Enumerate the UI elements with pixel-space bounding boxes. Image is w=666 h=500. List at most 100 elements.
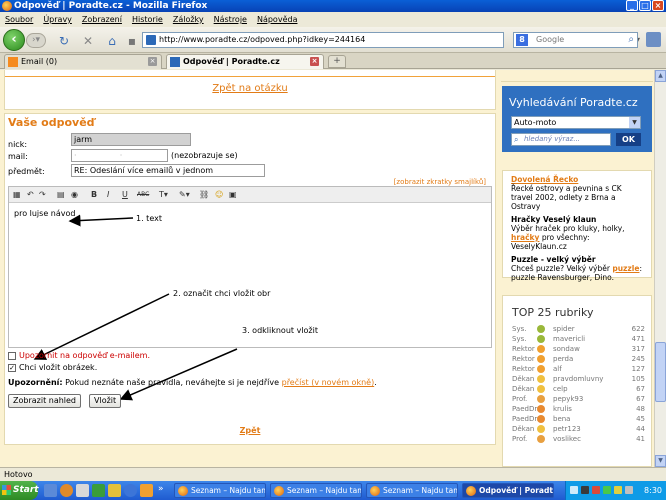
google-icon[interactable]: 8 [516, 34, 528, 46]
menu-historie[interactable]: Historie [132, 12, 163, 27]
menu-zalozky[interactable]: Záložky [173, 12, 204, 27]
user-name-link[interactable]: bena [553, 414, 570, 424]
bookmark-page-icon[interactable]: ▪ [124, 33, 140, 49]
quicklaunch-ie-icon[interactable] [124, 484, 137, 497]
user-name-link[interactable]: sondaw [553, 344, 580, 354]
tab-odpoved[interactable]: Odpověď | Poradte.cz × [166, 54, 324, 69]
menu-upravy[interactable]: Úpravy [43, 12, 72, 27]
close-tab-icon[interactable]: × [148, 57, 157, 66]
start-button[interactable]: Start [0, 481, 39, 500]
taskbar-item-active[interactable]: Odpověď | Poradt... [462, 483, 554, 498]
top-rubriky-row[interactable]: Děkan petr123 44 [512, 424, 645, 434]
quicklaunch-app-icon[interactable] [92, 484, 105, 497]
url-bar[interactable]: http://www.poradte.cz/odpoved.php?idkey=… [142, 32, 640, 48]
sidebar-top-box [501, 70, 653, 82]
chevron-down-icon[interactable]: ▼ [629, 117, 640, 128]
home-icon[interactable]: ⌂ [104, 33, 120, 49]
window-controls: _ □ × [626, 0, 664, 11]
user-name-link[interactable]: mavericli [553, 334, 585, 344]
user-name-link[interactable]: voslikec [553, 434, 581, 444]
menu-napoveda[interactable]: Nápověda [257, 12, 298, 27]
top-rubriky-row[interactable]: PaedDr. krulis 48 [512, 404, 645, 414]
preview-button[interactable]: Zobrazit nahled [8, 394, 82, 408]
top-rubriky-row[interactable]: Prof. voslikec 41 [512, 434, 645, 444]
reload-icon[interactable]: ↻ [56, 33, 72, 49]
taskbar-item[interactable]: Seznam – Najdu tam,... [366, 483, 458, 498]
stop-icon[interactable]: ✕ [80, 33, 96, 49]
top-rubriky-row[interactable]: Prof. pepyk93 67 [512, 394, 645, 404]
minimize-button[interactable]: _ [626, 0, 638, 11]
taskbar-item[interactable]: Seznam – Najdu tam,... [174, 483, 266, 498]
top-rubriky-row[interactable]: Sys. spider 622 [512, 324, 645, 334]
top-rubriky-row[interactable]: Rektor alf 127 [512, 364, 645, 374]
user-name-link[interactable]: petr123 [553, 424, 581, 434]
back-link[interactable]: Zpět [5, 426, 495, 435]
user-rank: Prof. [512, 395, 528, 403]
quicklaunch-app-icon[interactable] [108, 484, 121, 497]
rank-badge-icon [537, 355, 545, 363]
user-name-link[interactable]: alf [553, 364, 562, 374]
tray-app-icon[interactable] [592, 486, 600, 494]
user-rank: Děkan [512, 385, 535, 393]
top-rubriky-row[interactable]: Děkan celp 67 [512, 384, 645, 394]
new-tab-button[interactable]: + [328, 55, 346, 68]
tray-volume-icon[interactable] [625, 486, 633, 494]
quicklaunch-app-icon[interactable] [76, 484, 89, 497]
quicklaunch-app-icon[interactable] [140, 484, 153, 497]
insert-image-checkbox[interactable]: ✓ [8, 363, 16, 372]
notify-checkbox[interactable] [8, 351, 16, 360]
quicklaunch-firefox-icon[interactable] [60, 484, 73, 497]
ad-title[interactable]: Puzzle - velký výběr [511, 255, 643, 264]
scrollbar-thumb[interactable] [655, 342, 666, 402]
user-name-link[interactable]: krulis [553, 404, 572, 414]
forward-button[interactable]: ›▾ [26, 33, 46, 48]
tab-email[interactable]: Email (0) × [4, 54, 162, 69]
user-name-link[interactable]: pepyk93 [553, 394, 583, 404]
top-rubriky-row[interactable]: Rektor perda 245 [512, 354, 645, 364]
quicklaunch-desktop-icon[interactable] [44, 484, 57, 497]
search-icon[interactable]: ⌕ [628, 33, 634, 47]
tray-expand-icon[interactable] [570, 486, 578, 494]
back-button[interactable]: ‹ [3, 29, 25, 51]
site-search-input[interactable]: ⌕ hledaný výraz... [511, 133, 611, 146]
rules-link[interactable]: přečíst (v novém okně) [282, 378, 375, 387]
close-window-button[interactable]: × [652, 0, 664, 11]
search-input[interactable]: 8 Google ⌕ [513, 32, 638, 48]
menu-soubor[interactable]: Soubor [5, 12, 33, 27]
notify-checkbox-row[interactable]: Upozornit na odpověď e-mailem. [8, 351, 150, 360]
site-search-ok-button[interactable]: OK [616, 133, 641, 146]
ads-box: Dovolená Řecko Řecké ostrovy a pevnina s… [502, 170, 652, 282]
scroll-down-icon[interactable]: ▼ [655, 455, 666, 467]
user-name-link[interactable]: pravdomluvny [553, 374, 603, 384]
ad-title-link[interactable]: Dovolená Řecko [511, 175, 643, 184]
category-select[interactable]: Auto-moto ▼ [511, 116, 641, 129]
tray-app-icon[interactable] [614, 486, 622, 494]
firefox-icon [2, 1, 12, 11]
user-name-link[interactable]: perda [553, 354, 573, 364]
taskbar-item[interactable]: Seznam – Najdu tam,... [270, 483, 362, 498]
close-tab-icon[interactable]: × [310, 57, 319, 66]
insert-button[interactable]: Vložit [89, 394, 122, 408]
clock: 8:30 [644, 486, 662, 495]
ad-link[interactable]: puzzle [612, 264, 639, 273]
insert-image-checkbox-row[interactable]: ✓ Chci vložit obrázek. [8, 363, 97, 372]
system-tray: 8:30 [565, 481, 666, 500]
menu-nastroje[interactable]: Nástroje [214, 12, 247, 27]
user-name-link[interactable]: celp [553, 384, 568, 394]
tray-app-icon[interactable] [581, 486, 589, 494]
scroll-up-icon[interactable]: ▲ [655, 70, 666, 82]
tray-app-icon[interactable] [603, 486, 611, 494]
maximize-button[interactable]: □ [639, 0, 651, 11]
top-rubriky-row[interactable]: Děkan pravdomluvny 105 [512, 374, 645, 384]
page-scrollbar[interactable]: ▲ ▼ [654, 70, 666, 467]
top-rubriky-row[interactable]: Rektor sondaw 317 [512, 344, 645, 354]
extension-icon[interactable] [646, 32, 661, 47]
menu-zobrazeni[interactable]: Zobrazení [82, 12, 122, 27]
quicklaunch-expand-icon[interactable]: » [158, 484, 171, 497]
back-to-question-link[interactable]: Zpět na otázku [5, 83, 495, 94]
ad-link[interactable]: hračky [511, 233, 539, 242]
top-rubriky-row[interactable]: Sys. mavericli 471 [512, 334, 645, 344]
ad-title[interactable]: Hračky Veselý klaun [511, 215, 643, 224]
top-rubriky-row[interactable]: PaedDr. bena 45 [512, 414, 645, 424]
user-name-link[interactable]: spider [553, 324, 575, 334]
